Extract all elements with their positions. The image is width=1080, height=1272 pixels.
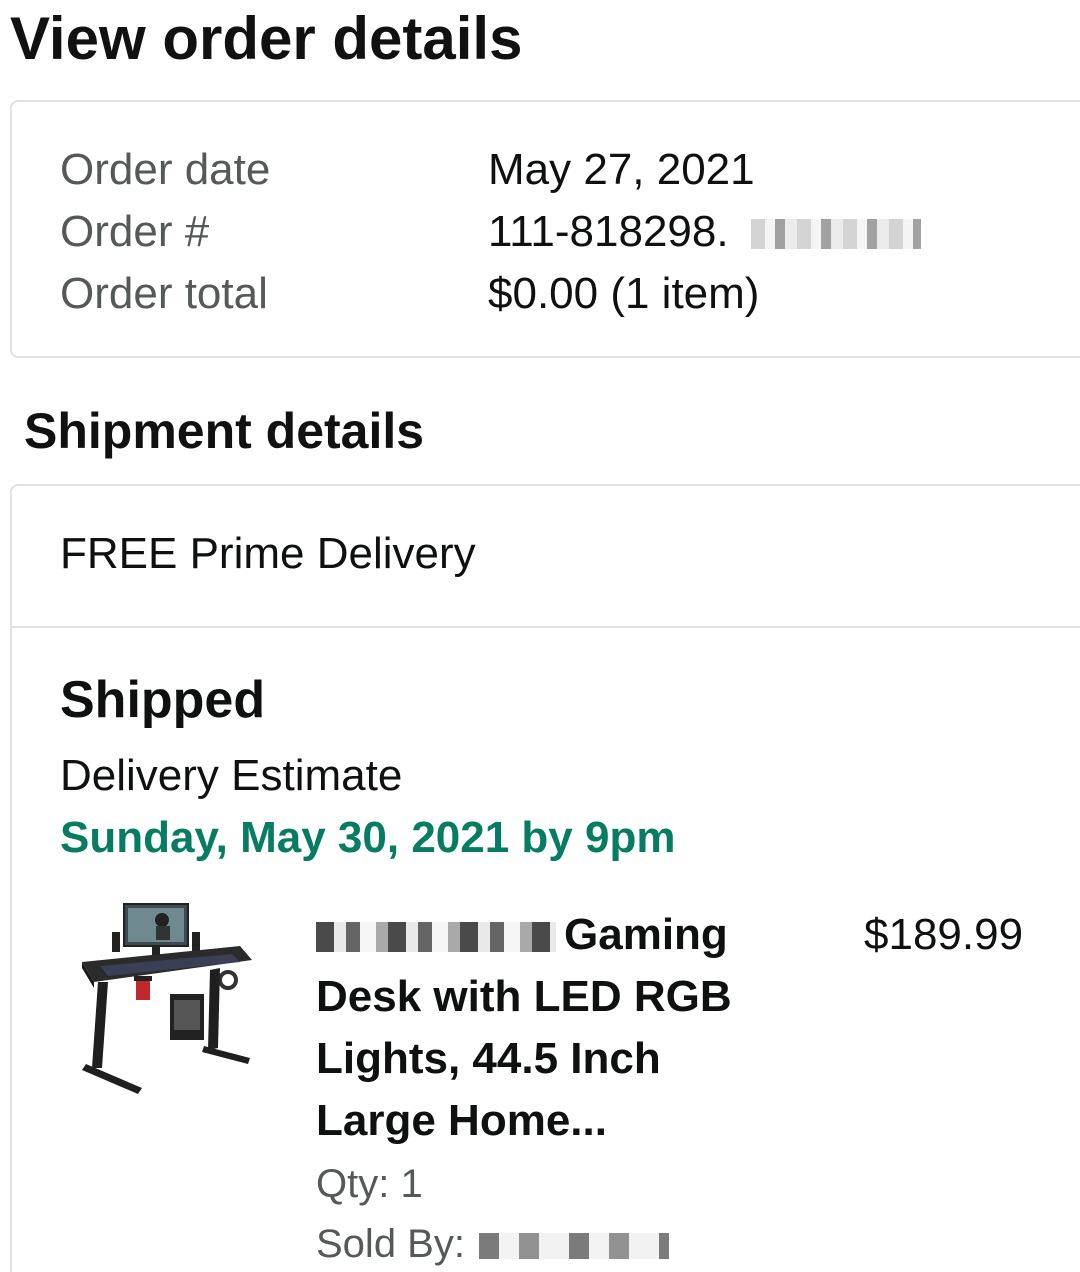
order-date-label: Order date <box>60 145 271 194</box>
sold-by-label: Sold By: <box>316 1222 465 1266</box>
shipment-card: FREE Prime Delivery Shipped Delivery Est… <box>10 484 1080 1272</box>
order-summary-card: Order date May 27, 2021 Order # 111-8182… <box>10 100 1080 358</box>
order-total-value: $0.00 (1 item) <box>488 269 760 318</box>
order-total-row: Order total $0.00 (1 item) <box>60 266 1060 322</box>
divider <box>12 626 1080 628</box>
order-number-label: Order # <box>60 207 210 256</box>
gaming-desk-product-image <box>82 903 252 1094</box>
redaction-blur <box>478 1233 669 1260</box>
redaction-blur <box>316 922 556 953</box>
order-number-value: 111-818298. <box>488 207 729 256</box>
redaction-blur <box>750 219 921 250</box>
shipping-method: FREE Prime Delivery <box>60 529 476 578</box>
product-quantity: Qty: 1 <box>316 1162 423 1206</box>
product-title-link[interactable]: Gaming Desk with LED RGB Lights, 44.5 In… <box>316 904 786 1152</box>
delivery-estimate-date: Sunday, May 30, 2021 by 9pm <box>60 813 676 862</box>
order-total-label: Order total <box>60 269 268 318</box>
sold-by-row: Sold By: <box>316 1216 669 1272</box>
shipment-status: Shipped <box>60 671 266 729</box>
order-date-row: Order date May 27, 2021 <box>60 142 1060 198</box>
delivery-estimate-label: Delivery Estimate <box>60 751 403 800</box>
order-date-value: May 27, 2021 <box>488 145 755 194</box>
product-price: $189.99 <box>864 910 1024 959</box>
order-number-row: Order # 111-818298. <box>60 204 1060 260</box>
product-image-link[interactable] <box>72 898 252 1098</box>
page-title: View order details <box>10 5 523 72</box>
shipment-details-heading: Shipment details <box>24 403 425 459</box>
order-number-value-wrap: 111-818298. <box>488 204 921 260</box>
order-details-page: View order details Order date May 27, 20… <box>0 0 1080 1272</box>
